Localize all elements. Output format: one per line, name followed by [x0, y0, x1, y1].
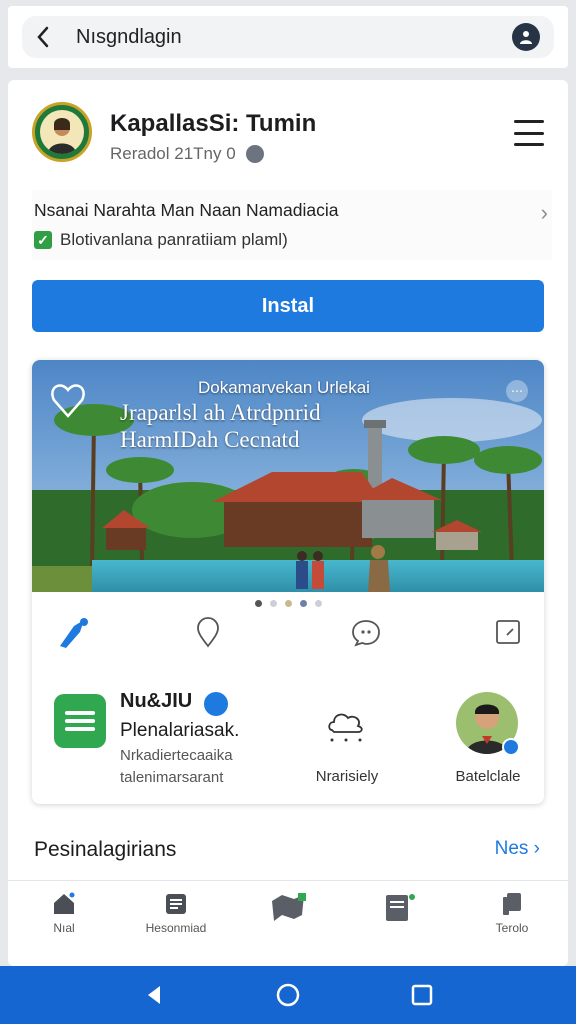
see-more-link[interactable]: Nes ›: [495, 838, 540, 860]
back-arrow-icon[interactable]: [22, 16, 64, 58]
more-options-icon[interactable]: ⋯: [506, 380, 528, 402]
home-icon: [54, 892, 75, 914]
top-bar: Nısgndlagin: [8, 6, 568, 68]
map-icon: [272, 893, 306, 921]
tab-label: Nıal: [53, 921, 75, 935]
install-button[interactable]: Instal: [32, 280, 544, 332]
info-check-row[interactable]: ✓ Blotivanlana panratiiam plaml): [34, 230, 288, 250]
promo-card: Dokamarvekan Urlekai Jraparlsl ah Atrdpn…: [32, 360, 544, 804]
tab-label: Terolo: [495, 921, 529, 935]
cloud-icon[interactable]: [324, 700, 368, 744]
location-icon[interactable]: [188, 612, 228, 652]
chat-icon[interactable]: [346, 612, 386, 652]
feature-description: talenimarsarant: [120, 769, 224, 786]
section-title: Pesinalagirians: [34, 838, 177, 861]
feature-subtitle: Plenalariasak.: [120, 720, 240, 741]
system-nav-bar: [0, 966, 576, 1024]
info-title: Nsanai Narahta Man Naan Namadiacia: [34, 200, 339, 220]
check-label: Blotivanlana panratiiam plaml): [60, 230, 288, 249]
verified-badge-icon: [202, 690, 230, 718]
tab-map[interactable]: [232, 881, 344, 944]
tab-files[interactable]: Terolo: [456, 881, 568, 944]
recents-square-icon[interactable]: [409, 982, 435, 1008]
tab-desk[interactable]: [344, 881, 456, 944]
search-query[interactable]: Nısgndlagin: [76, 26, 512, 49]
tab-label: Hesonmiad: [145, 921, 207, 935]
bottom-tab-bar: Nıal Hesonmiad Terolo: [8, 880, 568, 944]
verified-badge-icon: [502, 738, 520, 756]
tab-news[interactable]: Hesonmiad: [120, 881, 232, 944]
chevron-right-icon[interactable]: ›: [541, 200, 548, 226]
app-detail-card: KapallasSi: Tumin Reradol 21Tny 0 Nsanai…: [8, 80, 568, 966]
action-row: [32, 606, 544, 656]
messages-app-icon[interactable]: [54, 694, 106, 748]
hero-line-3: HarmIDah Cecnatd: [120, 427, 300, 452]
desk-icon: [386, 894, 415, 921]
info-row[interactable]: Nsanai Narahta Man Naan Namadiacia › ✓ B…: [32, 190, 552, 260]
hero-line-1: Dokamarvekan Urlekai: [198, 378, 370, 397]
app-subtitle-text: Reradol 21Tny 0: [110, 144, 236, 163]
cloud-label: Nrarisiely: [315, 768, 379, 785]
back-triangle-icon[interactable]: [141, 982, 167, 1008]
menu-icon[interactable]: [514, 120, 544, 146]
news-icon: [166, 894, 186, 914]
search-bar[interactable]: Nısgndlagin: [22, 16, 554, 58]
tab-home[interactable]: Nıal: [8, 881, 120, 944]
hero-line-2: Jraparlsl ah Atrdpnrid: [120, 400, 321, 425]
globe-icon: [245, 145, 264, 163]
account-icon[interactable]: [512, 23, 540, 51]
files-icon: [503, 893, 521, 915]
app-logo: [32, 102, 92, 162]
hero-image[interactable]: Dokamarvekan Urlekai Jraparlsl ah Atrdpn…: [32, 360, 544, 592]
checkbox[interactable]: ✓: [34, 231, 52, 249]
avatar-label: Batelclale: [455, 768, 521, 785]
see-more-label: Nes: [494, 838, 529, 859]
feature-description: Nrkadiertecaaika: [120, 747, 233, 764]
share-icon[interactable]: [488, 612, 528, 652]
app-subtitle: Reradol 21Tny 0: [110, 144, 264, 164]
app-title: KapallasSi: Tumin: [110, 110, 317, 137]
pin-icon[interactable]: [54, 612, 94, 652]
feature-name: Nu&JIU: [120, 690, 193, 712]
home-circle-icon[interactable]: [275, 982, 301, 1008]
